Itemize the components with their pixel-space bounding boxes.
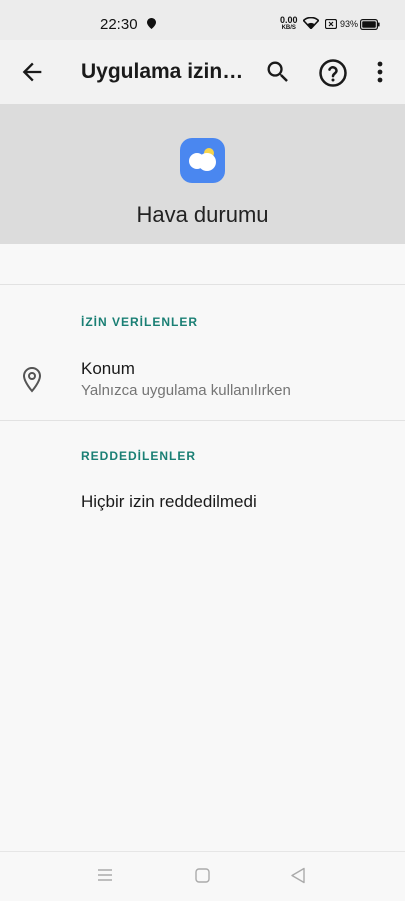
app-name: Hava durumu — [136, 202, 269, 227]
status-time: 22:30 — [100, 16, 138, 33]
network-speed-unit: KB/S — [281, 25, 296, 31]
allowed-section-title: İZİN VERİLENLER — [81, 315, 199, 329]
navigation-bar — [0, 851, 405, 901]
no-sim-icon — [325, 19, 337, 29]
menu-icon[interactable] — [97, 868, 113, 882]
back-arrow-icon[interactable] — [18, 58, 46, 86]
home-icon[interactable] — [195, 868, 210, 883]
permission-row-location[interactable]: Konum Yalnızca uygulama kullanılırken — [0, 350, 405, 418]
location-pin-icon — [22, 366, 42, 393]
app-header: Hava durumu — [0, 104, 405, 244]
search-icon[interactable] — [264, 58, 292, 86]
location-status-icon — [147, 18, 156, 29]
denied-section-title: REDDEDİLENLER — [81, 449, 197, 463]
divider — [0, 420, 405, 421]
denied-empty-text: Hiçbir izin reddedilmedi — [81, 492, 257, 511]
help-icon[interactable] — [318, 58, 348, 88]
divider — [0, 284, 405, 285]
page-title: Uygulama izin… — [81, 60, 244, 83]
wifi-icon — [303, 17, 319, 29]
weather-icon — [180, 138, 225, 183]
weather-cloud-graphic — [189, 148, 216, 171]
permission-title: Konum — [81, 359, 135, 378]
status-bar: 22:30 0.00 KB/S 93% — [0, 0, 405, 40]
battery-percent: 93% — [340, 19, 359, 29]
app-bar: Uygulama izin… — [0, 40, 405, 104]
battery-icon — [360, 19, 380, 30]
permission-subtitle: Yalnızca uygulama kullanılırken — [81, 382, 291, 399]
back-triangle-icon[interactable] — [290, 867, 306, 884]
more-vert-icon[interactable] — [370, 58, 390, 86]
network-speed: 0.00 KB/S — [280, 16, 298, 32]
